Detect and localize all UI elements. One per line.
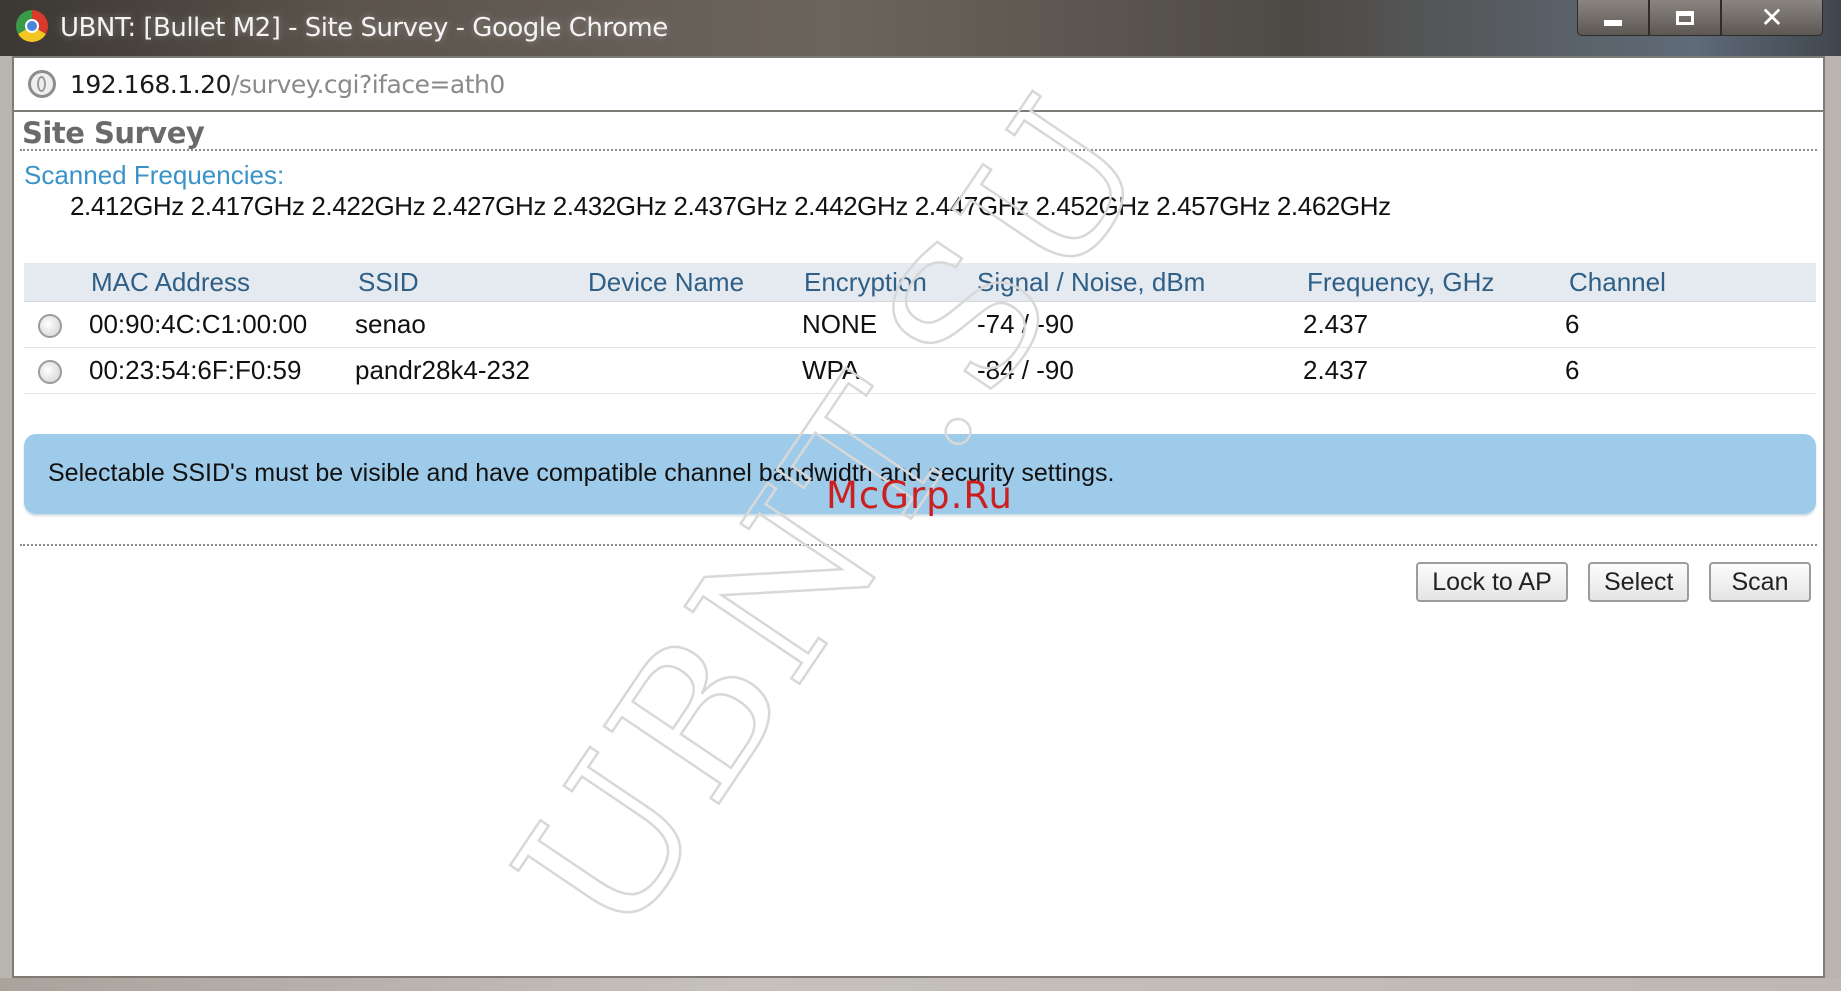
scanned-frequencies-values: 2.412GHz 2.417GHz 2.422GHz 2.427GHz 2.43…: [70, 191, 1391, 221]
globe-icon: [28, 70, 56, 98]
cell-device-name: [586, 301, 802, 348]
row-select-radio[interactable]: [38, 314, 62, 339]
header-mac-address: MAC Address: [89, 263, 352, 302]
window-controls: ✕: [1577, 0, 1823, 38]
row-select-radio[interactable]: [38, 360, 62, 385]
close-icon: ✕: [1760, 1, 1784, 34]
url-path: /survey.cgi?iface=ath0: [231, 70, 505, 99]
header-encryption: Encryption: [802, 263, 977, 302]
desktop-background-strip: [0, 978, 1841, 991]
cell-encryption: WPA: [802, 347, 977, 394]
cell-ssid: senao: [352, 301, 586, 348]
cell-frequency: 2.437: [1301, 301, 1563, 348]
survey-table: MAC Address SSID Device Name Encryption …: [24, 263, 1816, 394]
notice-banner: Selectable SSID's must be visible and ha…: [24, 434, 1816, 514]
window-titlebar[interactable]: UBNT: [Bullet M2] - Site Survey - Google…: [0, 0, 1841, 56]
window-title: UBNT: [Bullet M2] - Site Survey - Google…: [60, 13, 668, 43]
header-ssid: SSID: [352, 263, 586, 302]
cell-mac: 00:23:54:6F:F0:59: [89, 347, 352, 394]
cell-mac: 00:90:4C:C1:00:00: [89, 301, 352, 348]
table-header-row: MAC Address SSID Device Name Encryption …: [24, 263, 1816, 302]
maximize-icon: [1676, 10, 1694, 25]
header-channel: Channel: [1563, 263, 1816, 302]
maximize-button[interactable]: [1649, 0, 1721, 36]
lock-to-ap-button[interactable]: Lock to AP: [1416, 562, 1568, 602]
address-bar[interactable]: 192.168.1.20/survey.cgi?iface=ath0: [12, 56, 1825, 112]
select-button[interactable]: Select: [1588, 562, 1689, 602]
cell-channel: 6: [1563, 301, 1816, 348]
cell-signal-noise: -74 / -90: [977, 301, 1301, 348]
page-title: Site Survey: [22, 116, 205, 150]
action-buttons: Lock to AP Select Scan: [1416, 562, 1811, 602]
cell-signal-noise: -84 / -90: [977, 347, 1301, 394]
table-row[interactable]: 00:90:4C:C1:00:00 senao NONE -74 / -90 2…: [24, 301, 1816, 348]
minimize-button[interactable]: [1577, 0, 1649, 36]
minimize-icon: [1604, 19, 1622, 26]
cell-frequency: 2.437: [1301, 347, 1563, 394]
page-content: Site Survey Scanned Frequencies: 2.412GH…: [12, 112, 1825, 978]
close-window-button[interactable]: ✕: [1721, 0, 1823, 36]
cell-ssid: pandr28k4-232: [352, 347, 586, 394]
divider-top: [20, 149, 1817, 151]
cell-encryption: NONE: [802, 301, 977, 348]
header-signal-noise: Signal / Noise, dBm: [977, 263, 1301, 302]
header-frequency: Frequency, GHz: [1301, 263, 1563, 302]
scan-button[interactable]: Scan: [1709, 562, 1811, 602]
table-row[interactable]: 00:23:54:6F:F0:59 pandr28k4-232 WPA -84 …: [24, 347, 1816, 394]
header-device-name: Device Name: [586, 263, 802, 302]
cell-device-name: [586, 347, 802, 394]
url-text[interactable]: 192.168.1.20/survey.cgi?iface=ath0: [70, 70, 505, 99]
url-host: 192.168.1.20: [70, 70, 232, 99]
chrome-logo-icon: [16, 10, 48, 42]
header-select: [24, 263, 89, 302]
cell-channel: 6: [1563, 347, 1816, 394]
notice-text: Selectable SSID's must be visible and ha…: [48, 459, 1115, 487]
divider-bottom: [20, 544, 1817, 546]
scanned-frequencies-label: Scanned Frequencies:: [24, 160, 285, 190]
